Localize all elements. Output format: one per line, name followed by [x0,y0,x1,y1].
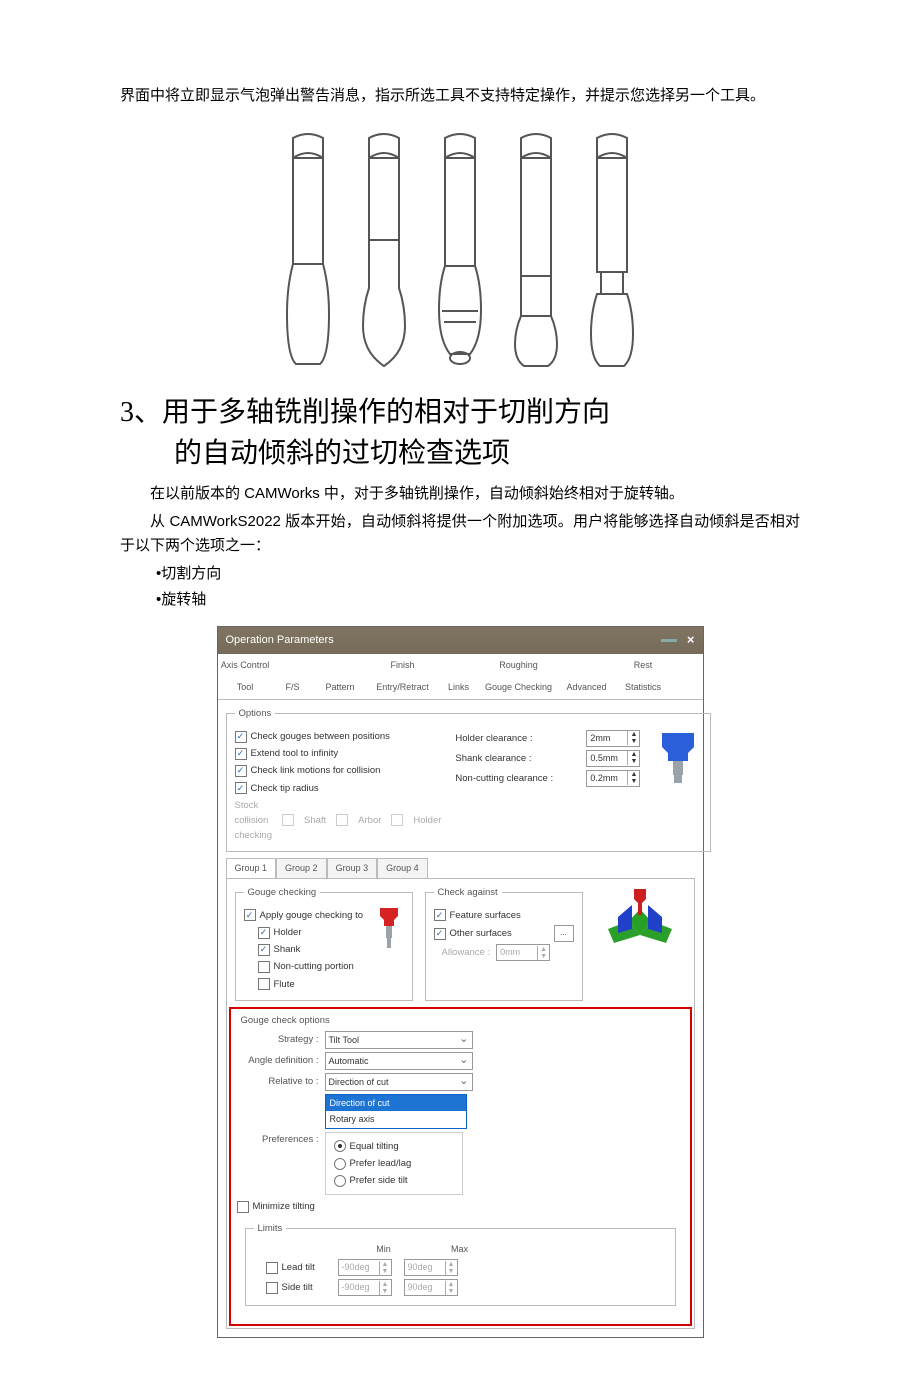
input-lead-min: -90deg [338,1259,392,1276]
bullet-rotary-axis: •旋转轴 [156,588,800,612]
cb-noncut-portion[interactable] [258,961,270,973]
cb-side-tilt[interactable] [266,1282,278,1294]
tab-entry-retract[interactable]: Entry/Retract [368,676,438,698]
lbl-shank-clearance: Shank clearance : [455,751,531,766]
cb-extend-infinity[interactable] [235,748,247,760]
gco-legend: Gouge check options [237,1013,334,1028]
lbl-noncut-clearance: Non-cutting clearance : [455,771,553,786]
input-allowance: 0mm [496,944,550,961]
other-surfaces-browse-button[interactable]: ... [554,925,574,942]
holder-preview-icon [374,906,404,994]
input-side-min: -90deg [338,1279,392,1296]
tab-links[interactable]: Links [438,676,480,698]
tab-group3[interactable]: Group 3 [327,858,378,877]
radio-prefer-lead-lag[interactable] [334,1158,346,1170]
tab-rest[interactable]: Rest [616,654,671,676]
tab-roughing[interactable]: Roughing [480,654,558,676]
check-against-preview-icon [595,885,686,1001]
tab-finish[interactable]: Finish [368,654,438,676]
tab-statistics[interactable]: Statistics [616,676,671,698]
tab-pattern[interactable]: Pattern [313,676,368,698]
dd-option-direction-of-cut[interactable]: Direction of cut [326,1095,466,1111]
bullet-cut-direction: •切割方向 [156,562,800,586]
select-strategy[interactable]: Tilt Tool [325,1031,473,1049]
tool-outline-figure [120,126,800,371]
preferences-radio-group: Equal tilting Prefer lead/lag Prefer sid… [325,1132,463,1196]
lbl-strategy: Strategy : [237,1032,325,1047]
cb-arbor [336,814,348,826]
cb-check-link-motions[interactable] [235,765,247,777]
tab-advanced[interactable]: Advanced [558,676,616,698]
radio-prefer-side-tilt[interactable] [334,1175,346,1187]
tab-group1[interactable]: Group 1 [226,858,277,877]
cb-shank2[interactable] [258,944,270,956]
lbl-holder-clearance: Holder clearance : [455,731,532,746]
tab-tool[interactable]: Tool [218,676,273,698]
cb-check-tip-radius[interactable] [235,782,247,794]
check-against-fieldset: Check against Feature surfaces Other sur… [425,885,583,1001]
cb-feature-surfaces[interactable] [434,909,446,921]
select-angle-definition[interactable]: Automatic [325,1052,473,1070]
paragraph-1: 在以前版本的 CAMWorks 中，对于多轴铣削操作，自动倾斜始终相对于旋转轴。 [120,482,800,506]
lbl-angle-definition: Angle definition : [237,1053,325,1068]
group-tabs: Group 1 Group 2 Group 3 Group 4 [226,858,695,877]
gouge-checking-fieldset: Gouge checking Apply gouge checking to H… [235,885,413,1001]
dialog-titlebar[interactable]: Operation Parameters × [218,627,703,654]
input-lead-max: 90deg [404,1259,458,1276]
lbl-preferences: Preferences : [237,1132,325,1147]
cb-minimize-tilting[interactable] [237,1201,249,1213]
radio-equal-tilting[interactable] [334,1140,346,1152]
limits-fieldset: Limits Min Max Lead tilt -90deg 90deg [245,1221,676,1307]
tab-gouge-checking[interactable]: Gouge Checking [480,676,558,698]
options-fieldset: Options Check gouges between positions E… [226,706,712,853]
tab-group4[interactable]: Group 4 [377,858,428,877]
input-side-max: 90deg [404,1279,458,1296]
lbl-stock-collision: Stock collision checking [235,798,272,844]
tab-group2[interactable]: Group 2 [276,858,327,877]
lbl-max: Max [422,1242,498,1256]
input-holder-clearance[interactable]: 2mm [586,730,640,747]
tab-axis-control[interactable]: Axis Control [218,654,273,676]
section-heading: 3、用于多轴铣削操作的相对于切削方向 的自动倾斜的过切检查选项 [120,393,800,474]
cb-lead-tilt[interactable] [266,1262,278,1274]
cb-flute[interactable] [258,978,270,990]
minimize-icon[interactable] [661,639,677,642]
relative-to-dropdown-panel[interactable]: Direction of cut Rotary axis [325,1094,467,1129]
gouge-check-options-highlight: Gouge check options Strategy : Tilt Tool… [229,1007,692,1326]
select-relative-to[interactable]: Direction of cut [325,1073,473,1091]
cb-holder [391,814,403,826]
operation-parameters-dialog: Operation Parameters × Axis Control Fini… [217,626,704,1338]
tab-fs[interactable]: F/S [273,676,313,698]
dd-option-rotary-axis[interactable]: Rotary axis [326,1111,466,1127]
input-shank-clearance[interactable]: 0.5mm [586,750,640,767]
cb-holder2[interactable] [258,927,270,939]
tool-preview-icon [654,727,702,790]
dialog-tabs: Axis Control Finish Roughing Rest Tool F… [218,654,703,700]
cb-check-gouges[interactable] [235,731,247,743]
intro-paragraph: 界面中将立即显示气泡弹出警告消息，指示所选工具不支持特定操作，并提示您选择另一个… [120,84,800,108]
options-legend: Options [235,706,276,721]
input-noncut-clearance[interactable]: 0.2mm [586,770,640,787]
dialog-title: Operation Parameters [226,632,334,650]
cb-other-surfaces[interactable] [434,928,446,940]
cb-shaft [282,814,294,826]
lbl-min: Min [346,1242,422,1256]
lbl-relative-to: Relative to : [237,1074,325,1089]
paragraph-2: 从 CAMWorkS2022 版本开始，自动倾斜将提供一个附加选项。用户将能够选… [120,510,800,558]
close-icon[interactable]: × [687,630,695,651]
cb-apply-gouge[interactable] [244,909,256,921]
